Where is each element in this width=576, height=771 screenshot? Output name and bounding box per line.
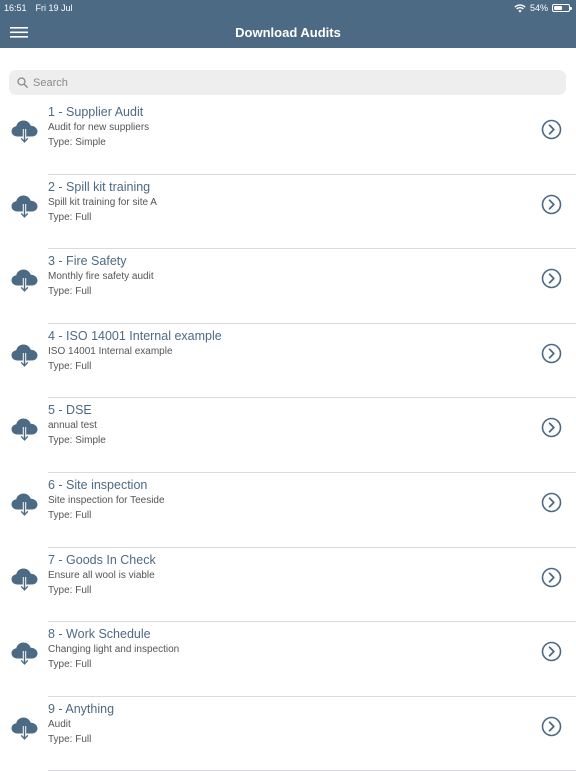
audit-row-text: 9 - Anything Audit Type: Full: [48, 701, 114, 747]
audit-row[interactable]: 3 - Fire Safety Monthly fire safety audi…: [0, 249, 576, 324]
audit-description: ISO 14001 Internal example: [48, 345, 173, 357]
battery-percent: 54%: [529, 3, 548, 13]
chevron-right-circle-icon[interactable]: [541, 492, 562, 513]
cloud-download-icon[interactable]: [10, 267, 39, 293]
page-title: Download Audits: [235, 24, 341, 40]
chevron-right-circle-icon[interactable]: [541, 716, 562, 737]
cloud-download-icon[interactable]: [10, 118, 39, 144]
cloud-download-icon[interactable]: [10, 342, 39, 368]
search-icon: [17, 77, 28, 88]
chevron-right-circle-icon[interactable]: [541, 641, 562, 662]
audit-row[interactable]: 1 - Supplier Audit Audit for new supplie…: [0, 100, 576, 175]
audit-title: 2 - Spill kit training: [48, 179, 151, 194]
status-left: 16:51 Fri 19 Jul: [4, 3, 73, 13]
audit-title: 5 - DSE: [48, 403, 92, 418]
audit-description: Ensure all wool is viable: [48, 569, 155, 581]
audit-description: annual test: [48, 420, 97, 432]
chevron-right-circle-icon[interactable]: [541, 567, 562, 588]
audit-type: Type: Full: [48, 360, 92, 372]
audit-list: 1 - Supplier Audit Audit for new supplie…: [0, 100, 576, 771]
audit-description: Changing light and inspection: [48, 644, 180, 656]
audit-row[interactable]: 9 - Anything Audit Type: Full: [0, 697, 576, 771]
status-date: Fri 19 Jul: [35, 3, 73, 13]
cloud-download-icon[interactable]: [10, 640, 39, 666]
audit-row-text: 1 - Supplier Audit Audit for new supplie…: [48, 104, 149, 150]
audit-title: 9 - Anything: [48, 701, 115, 716]
search-bar[interactable]: [9, 70, 566, 95]
audit-row-text: 7 - Goods In Check Ensure all wool is vi…: [48, 552, 156, 598]
audit-type: Type: Full: [48, 659, 92, 671]
audit-type: Type: Simple: [48, 435, 106, 447]
battery-fill: [554, 6, 562, 10]
audit-row-text: 3 - Fire Safety Monthly fire safety audi…: [48, 253, 154, 299]
chevron-right-circle-icon[interactable]: [541, 343, 562, 364]
audit-description: Audit for new suppliers: [48, 122, 150, 133]
audit-type: Type: Full: [48, 286, 92, 298]
audit-row-text: 5 - DSE annual test Type: Simple: [48, 402, 106, 448]
audit-title: 1 - Supplier Audit: [48, 105, 144, 119]
audit-row[interactable]: 7 - Goods In Check Ensure all wool is vi…: [0, 548, 576, 623]
audit-row[interactable]: 6 - Site inspection Site inspection for …: [0, 473, 576, 548]
cloud-download-icon[interactable]: [10, 491, 39, 517]
audit-row[interactable]: 4 - ISO 14001 Internal example ISO 14001…: [0, 324, 576, 399]
status-time: 16:51: [4, 3, 27, 13]
audit-title: 3 - Fire Safety: [48, 254, 127, 269]
audit-description: Site inspection for Teeside: [48, 494, 165, 506]
wifi-icon: [514, 3, 526, 13]
audit-description: Spill kit training for site A: [48, 196, 157, 208]
audit-type: Type: Full: [48, 509, 92, 521]
status-right: 54%: [514, 3, 572, 13]
audit-title: 6 - Site inspection: [48, 477, 148, 492]
audit-row[interactable]: 8 - Work Schedule Changing light and ins…: [0, 622, 576, 697]
search-input[interactable]: [33, 76, 533, 89]
nav-bar: Download Audits: [0, 16, 576, 48]
audit-row-text: 6 - Site inspection Site inspection for …: [48, 477, 165, 523]
cloud-download-icon[interactable]: [10, 715, 39, 741]
audit-title: 7 - Goods In Check: [48, 552, 156, 567]
audit-row-text: 2 - Spill kit training Spill kit trainin…: [48, 179, 157, 225]
audit-row-text: 4 - ISO 14001 Internal example ISO 14001…: [48, 328, 222, 374]
status-bar: 16:51 Fri 19 Jul 54%: [0, 0, 576, 16]
cloud-download-icon[interactable]: [10, 193, 39, 219]
audit-title: 8 - Work Schedule: [48, 627, 151, 642]
audit-description: Monthly fire safety audit: [48, 271, 154, 283]
chevron-right-circle-icon[interactable]: [541, 417, 562, 438]
chevron-right-circle-icon[interactable]: [541, 194, 562, 215]
audit-title: 4 - ISO 14001 Internal example: [48, 328, 222, 343]
chevron-right-circle-icon[interactable]: [541, 119, 562, 140]
audit-type: Type: Full: [48, 584, 92, 596]
audit-row[interactable]: 2 - Spill kit training Spill kit trainin…: [0, 175, 576, 250]
audit-type: Type: Simple: [48, 137, 106, 148]
audit-type: Type: Full: [48, 211, 92, 223]
hamburger-menu-icon: [10, 27, 28, 38]
cloud-download-icon[interactable]: [10, 566, 39, 592]
chevron-right-circle-icon[interactable]: [541, 268, 562, 289]
audit-row[interactable]: 5 - DSE annual test Type: Simple: [0, 398, 576, 473]
audit-type: Type: Full: [48, 733, 92, 745]
cloud-download-icon[interactable]: [10, 416, 39, 442]
menu-button[interactable]: [10, 24, 28, 40]
battery-icon: [552, 4, 572, 12]
audit-row-text: 8 - Work Schedule Changing light and ins…: [48, 626, 179, 672]
audit-description: Audit: [48, 718, 71, 730]
